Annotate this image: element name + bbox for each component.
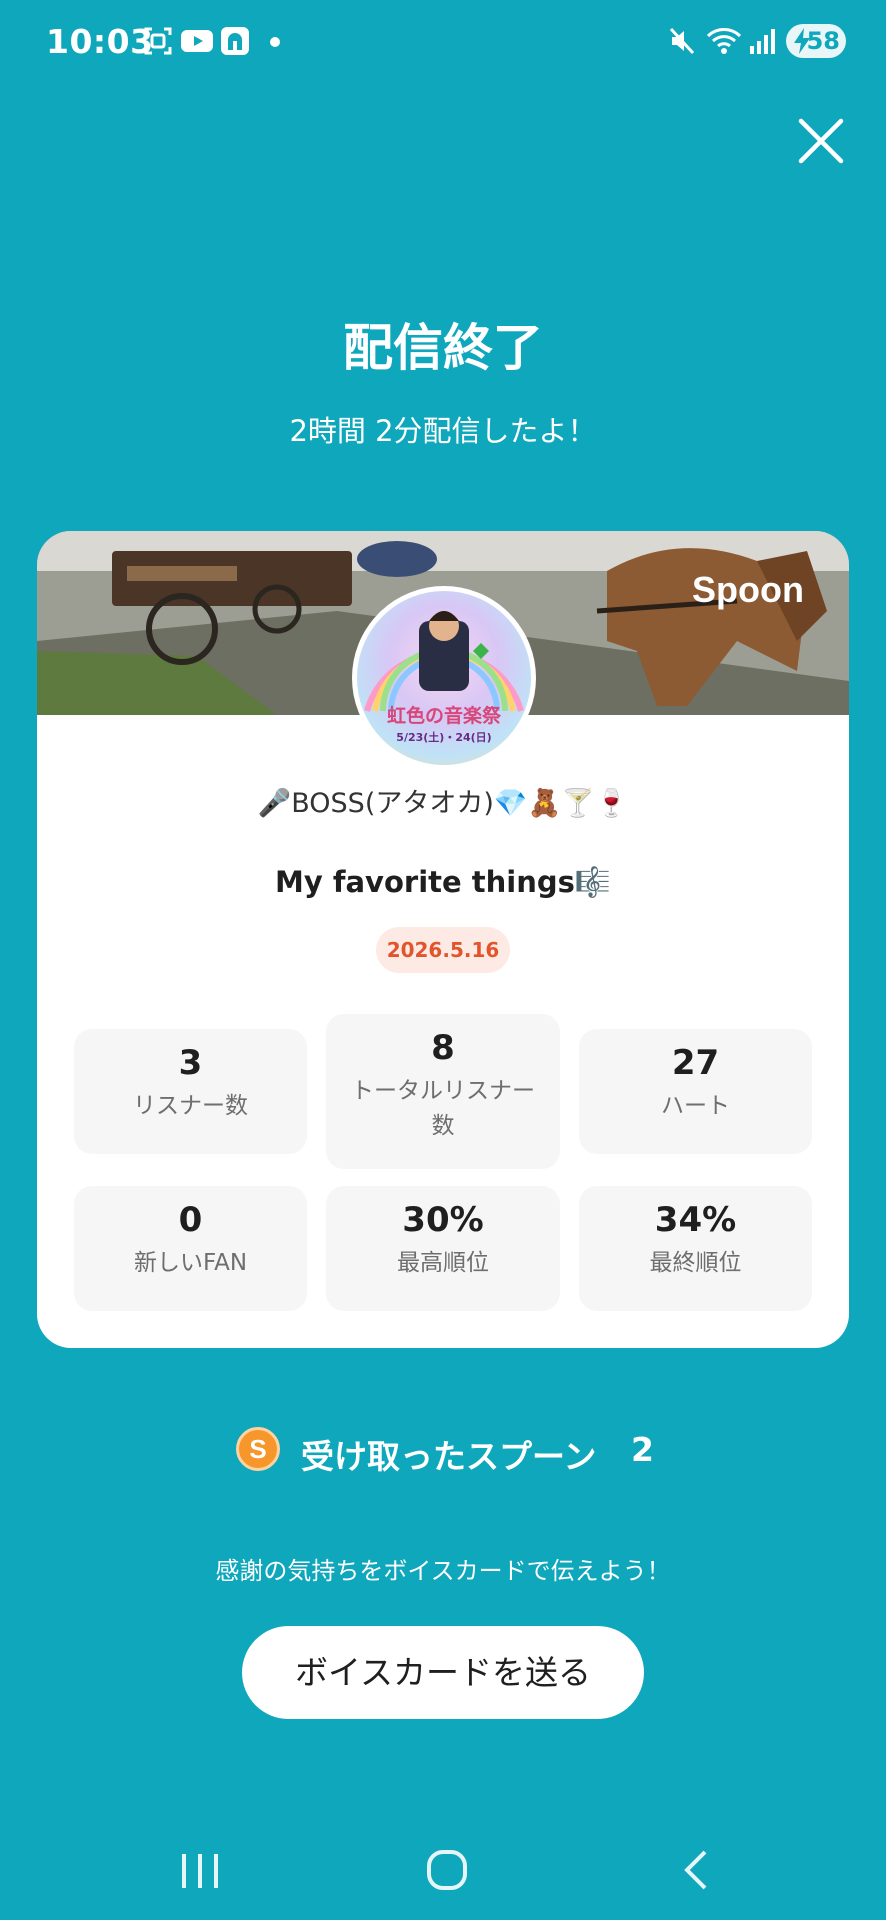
stat-hearts: 27 ハート (579, 1029, 812, 1154)
stat-label: 新しいFAN (133, 1250, 248, 1276)
recent-apps-icon[interactable] (140, 1820, 260, 1920)
spoons-count: 2 (631, 1430, 654, 1469)
youtube-icon (181, 30, 213, 52)
stat-value: 34% (654, 1200, 737, 1240)
home-icon[interactable] (387, 1820, 507, 1920)
stat-listeners: 3 リスナー数 (74, 1029, 307, 1154)
stat-label: 最高順位 (397, 1250, 489, 1276)
avatar-caption: 虹色の音楽祭 (386, 705, 501, 727)
stat-value: 3 (178, 1043, 203, 1083)
stat-label: トータルリスナー数 (351, 1078, 535, 1139)
broadcast-duration: 2時間 2分配信したよ！ (289, 414, 597, 448)
dj-name: 🎤BOSS(アタオカ)💎🧸🍸🍷 (257, 788, 629, 819)
back-icon[interactable] (635, 1820, 755, 1920)
thanks-message: 感謝の気持ちをボイスカードで伝えよう！ (215, 1557, 671, 1585)
signal-icon (750, 29, 775, 54)
avatar: 虹色の音楽祭 5/23(土)・24(日) (352, 586, 536, 770)
battery-indicator: 58 (786, 24, 846, 58)
stat-value: 30% (402, 1200, 484, 1240)
status-time: 10:03 (46, 22, 154, 61)
spoon-coin-icon: S (236, 1427, 280, 1471)
broadcast-summary-card: Spoon 虹色の音楽祭 5/23(土)・24(日) 🎤BOSS(アタオカ)💎🧸… (37, 531, 849, 1348)
stat-highest-rank: 30% 最高順位 (326, 1186, 560, 1311)
charging-icon (794, 28, 810, 54)
close-icon[interactable] (795, 115, 847, 167)
stat-label: ハート (661, 1093, 730, 1119)
avatar-date: 5/23(土)・24(日) (396, 731, 492, 744)
stat-label: リスナー数 (133, 1093, 248, 1119)
navigation-bar (0, 1820, 886, 1920)
stat-total-listeners: 8 トータルリスナー数 (326, 1014, 560, 1169)
screenshot-icon (144, 27, 172, 55)
wifi-icon (706, 28, 742, 54)
stat-value: 27 (671, 1043, 720, 1083)
send-voice-card-button[interactable]: ボイスカードを送る (242, 1626, 644, 1719)
live-title: My favorite things🎼 (275, 865, 611, 899)
status-bar: 10:03 58 (0, 0, 886, 84)
broadcast-date: 2026.5.16 (376, 927, 510, 973)
stat-label: 最終順位 (649, 1250, 742, 1276)
page-title: 配信終了 (343, 319, 543, 377)
stat-value: 0 (178, 1200, 203, 1240)
stat-value: 8 (431, 1028, 455, 1068)
stat-final-rank: 34% 最終順位 (579, 1186, 812, 1311)
spoons-label: 受け取ったスプーン (301, 1437, 597, 1476)
stat-new-fans: 0 新しいFAN (74, 1186, 307, 1311)
spoon-logo: Spoon (692, 569, 804, 610)
mute-icon (669, 27, 695, 55)
dot-icon (270, 37, 280, 47)
app-notification-icon (221, 27, 249, 55)
